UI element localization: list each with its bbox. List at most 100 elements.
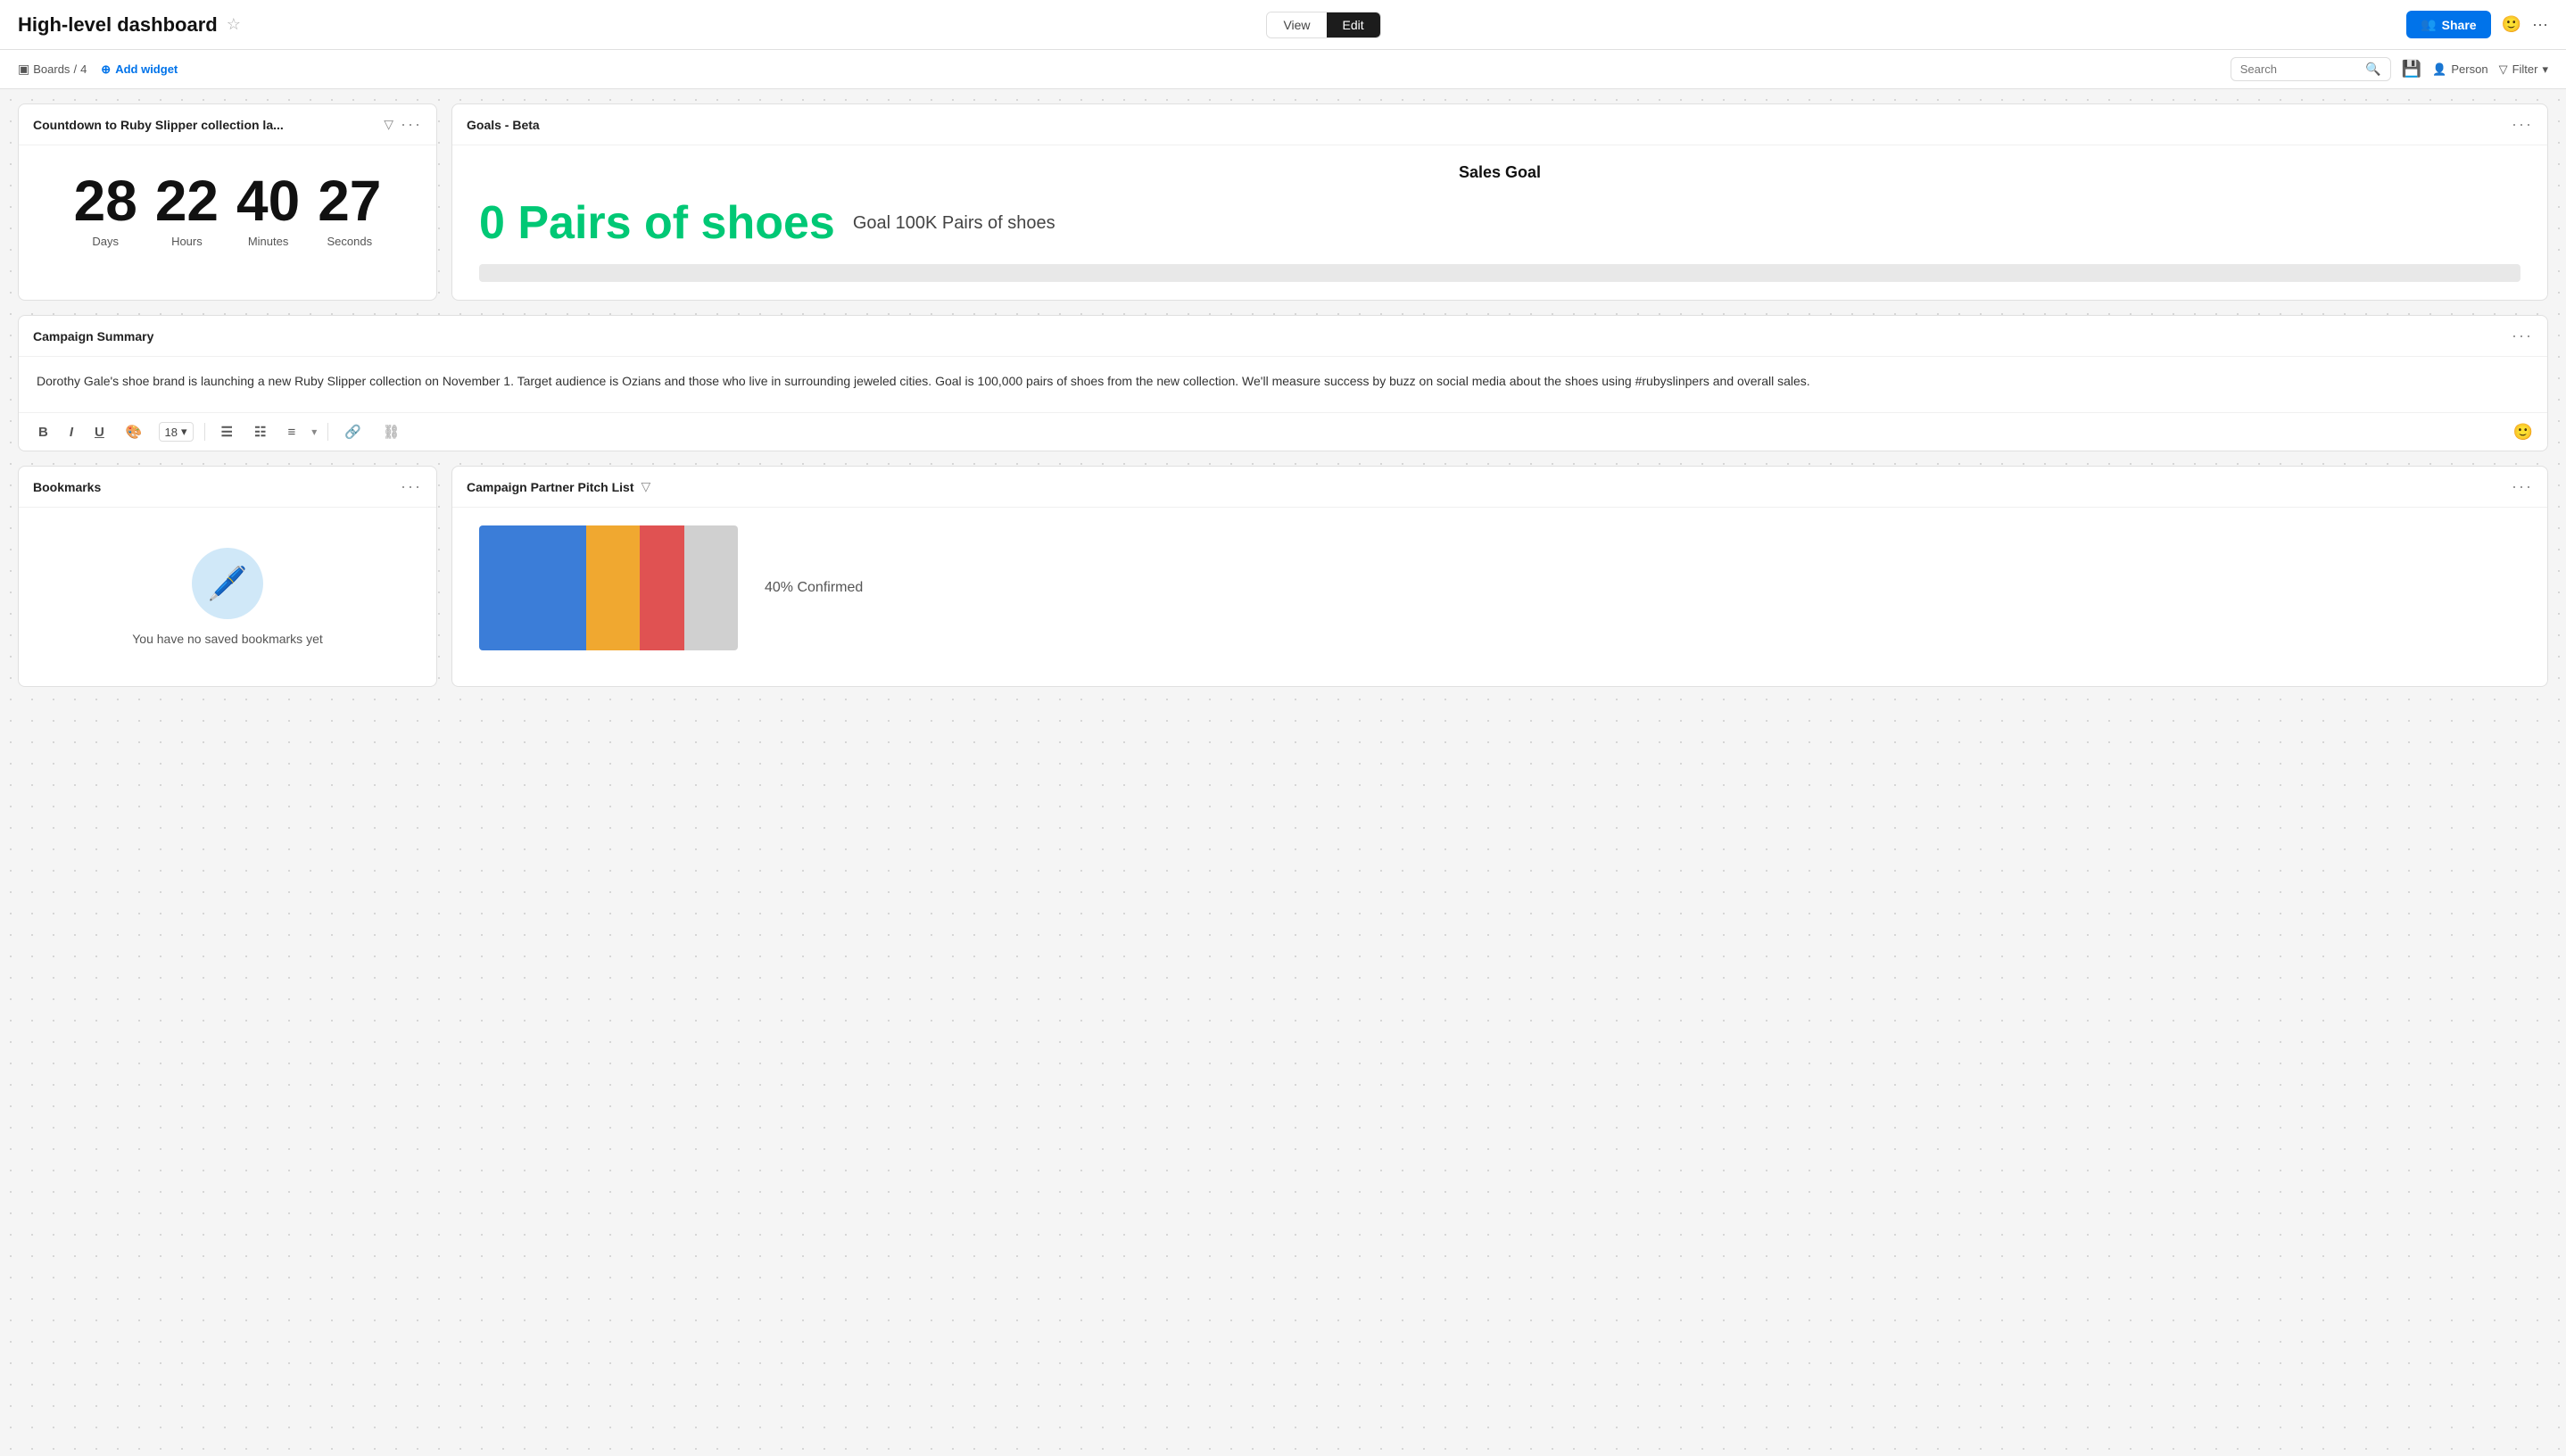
countdown-body: 28 Days 22 Hours 40 Minutes 27 Seconds [19, 145, 436, 275]
pitch-widget-header: Campaign Partner Pitch List ▽ ··· [452, 467, 2547, 508]
toolbar-divider-1 [204, 423, 205, 441]
countdown-seconds-label: Seconds [318, 235, 381, 248]
bookmarks-body: 🖊️ You have no saved bookmarks yet [19, 508, 436, 686]
filter-icon: ▽ [2499, 62, 2508, 77]
goals-current-value: 0 Pairs of shoes [479, 196, 835, 250]
view-edit-group: View Edit [1266, 12, 1380, 38]
pitch-bar-4 [684, 525, 738, 650]
goals-chart-title: Sales Goal [479, 163, 2520, 182]
countdown-hours-value: 22 [155, 172, 219, 229]
goals-widget: Goals - Beta ··· Sales Goal 0 Pairs of s… [451, 103, 2548, 301]
bookmarks-header: Bookmarks ··· [19, 467, 436, 508]
countdown-widget-title: Countdown to Ruby Slipper collection la.… [33, 118, 284, 132]
countdown-numbers: 28 Days 22 Hours 40 Minutes 27 Seconds [74, 172, 382, 248]
row-1: Countdown to Ruby Slipper collection la.… [18, 103, 2548, 301]
pitch-widget-title: Campaign Partner Pitch List [467, 480, 633, 494]
color-picker-button[interactable]: 🎨 [120, 422, 148, 442]
bookmarks-title: Bookmarks [33, 480, 101, 494]
countdown-minutes-value: 40 [236, 172, 300, 229]
more-options-icon[interactable]: ··· [2532, 15, 2548, 34]
font-size-selector[interactable]: 18 ▾ [159, 422, 194, 442]
bookmarks-more-button[interactable]: ··· [401, 477, 422, 496]
countdown-seconds: 27 Seconds [318, 172, 381, 248]
boards-label[interactable]: Boards [33, 62, 70, 76]
campaign-summary-more-button[interactable]: ··· [2512, 327, 2533, 345]
countdown-widget-actions: ▽ ··· [384, 115, 422, 134]
countdown-minutes: 40 Minutes [236, 172, 300, 248]
countdown-days: 28 Days [74, 172, 137, 248]
countdown-widget: Countdown to Ruby Slipper collection la.… [18, 103, 437, 301]
pitch-bar-3 [640, 525, 684, 650]
goals-target-label: Goal 100K Pairs of shoes [853, 213, 1055, 234]
pitch-bar-1 [479, 525, 586, 650]
page-title: High-level dashboard [18, 13, 218, 37]
subheader-left: ▣ Boards / 4 ⊕ Add widget [18, 62, 178, 77]
view-edit-toggle: View Edit [1266, 12, 1380, 38]
underline-icon: U [95, 425, 104, 440]
share-label: Share [2442, 18, 2477, 32]
bookmarks-empty-text: You have no saved bookmarks yet [132, 632, 323, 646]
pitch-more-button[interactable]: ··· [2512, 477, 2533, 496]
breadcrumb-separator: / [73, 62, 77, 76]
pitch-confirmed-text: 40% Confirmed [765, 580, 863, 596]
filter-button[interactable]: ▽ Filter ▾ [2499, 62, 2548, 77]
feedback-icon[interactable]: 🙂 [2502, 15, 2521, 34]
pitch-body: 40% Confirmed [452, 508, 2547, 668]
campaign-summary-header: Campaign Summary ··· [19, 316, 2547, 357]
emoji-button[interactable]: 🙂 [2513, 423, 2533, 442]
countdown-days-value: 28 [74, 172, 137, 229]
view-button[interactable]: View [1267, 12, 1326, 37]
filter-chevron-icon: ▾ [2542, 62, 2548, 77]
pitch-filter-icon[interactable]: ▽ [641, 479, 650, 494]
breadcrumb: ▣ Boards / 4 [18, 62, 87, 77]
person-filter-button[interactable]: 👤 Person [2432, 62, 2487, 77]
favorite-icon[interactable]: ☆ [227, 15, 241, 34]
toolbar-divider-2 [327, 423, 328, 441]
countdown-more-button[interactable]: ··· [401, 115, 422, 134]
add-widget-plus-icon: ⊕ [101, 62, 111, 77]
subheader-right: 🔍 💾 👤 Person ▽ Filter ▾ [2231, 57, 2548, 81]
add-widget-label: Add widget [115, 62, 178, 76]
person-icon: 👤 [2432, 62, 2446, 77]
app-header: High-level dashboard ☆ View Edit 👥 Share… [0, 0, 2566, 50]
countdown-hours: 22 Hours [155, 172, 219, 248]
goals-progress-bar [479, 264, 2520, 282]
boards-icon: ▣ [18, 62, 29, 77]
goals-main: 0 Pairs of shoes Goal 100K Pairs of shoe… [479, 196, 2520, 250]
subheader: ▣ Boards / 4 ⊕ Add widget 🔍 💾 👤 Person ▽… [0, 50, 2566, 89]
bookmarks-widget: Bookmarks ··· 🖊️ You have no saved bookm… [18, 466, 437, 687]
search-input[interactable] [2240, 62, 2361, 76]
filter-label: Filter [2512, 62, 2538, 76]
goals-more-button[interactable]: ··· [2512, 115, 2533, 134]
italic-button[interactable]: I [64, 423, 79, 442]
countdown-hours-label: Hours [155, 235, 219, 248]
breadcrumb-count: 4 [80, 62, 87, 76]
unordered-list-button[interactable]: ☰ [216, 422, 238, 442]
share-button[interactable]: 👥 Share [2406, 11, 2490, 38]
add-widget-button[interactable]: ⊕ Add widget [101, 62, 178, 77]
header-left: High-level dashboard ☆ [18, 13, 241, 37]
header-right: 👥 Share 🙂 ··· [2406, 11, 2548, 38]
row-2: Campaign Summary ··· Dorothy Gale's shoe… [18, 315, 2548, 451]
edit-button[interactable]: Edit [1327, 12, 1380, 37]
countdown-minutes-label: Minutes [236, 235, 300, 248]
search-box[interactable]: 🔍 [2231, 57, 2391, 81]
campaign-text: Dorothy Gale's shoe brand is launching a… [37, 371, 2529, 391]
bold-button[interactable]: B [33, 423, 54, 442]
countdown-seconds-value: 27 [318, 172, 381, 229]
ordered-list-button[interactable]: ☷ [249, 422, 271, 442]
save-view-icon[interactable]: 💾 [2402, 60, 2421, 79]
pitch-bar-2 [586, 525, 640, 650]
search-icon: 🔍 [2365, 62, 2380, 77]
campaign-summary-title: Campaign Summary [33, 329, 153, 343]
campaign-toolbar: B I U 🎨 18 ▾ ☰ ☷ ≡ ▾ 🔗 ⛓ 🙂 [19, 412, 2547, 451]
align-button[interactable]: ≡ [282, 423, 301, 442]
unlink-button[interactable]: ⛓ [377, 422, 405, 442]
link-button[interactable]: 🔗 [339, 422, 367, 442]
underline-button[interactable]: U [89, 423, 110, 442]
highlighter-icon: 🖊️ [208, 565, 248, 602]
countdown-filter-icon[interactable]: ▽ [384, 117, 393, 132]
pitch-chart [479, 525, 738, 650]
countdown-widget-header: Countdown to Ruby Slipper collection la.… [19, 104, 436, 145]
row-3: Bookmarks ··· 🖊️ You have no saved bookm… [18, 466, 2548, 687]
